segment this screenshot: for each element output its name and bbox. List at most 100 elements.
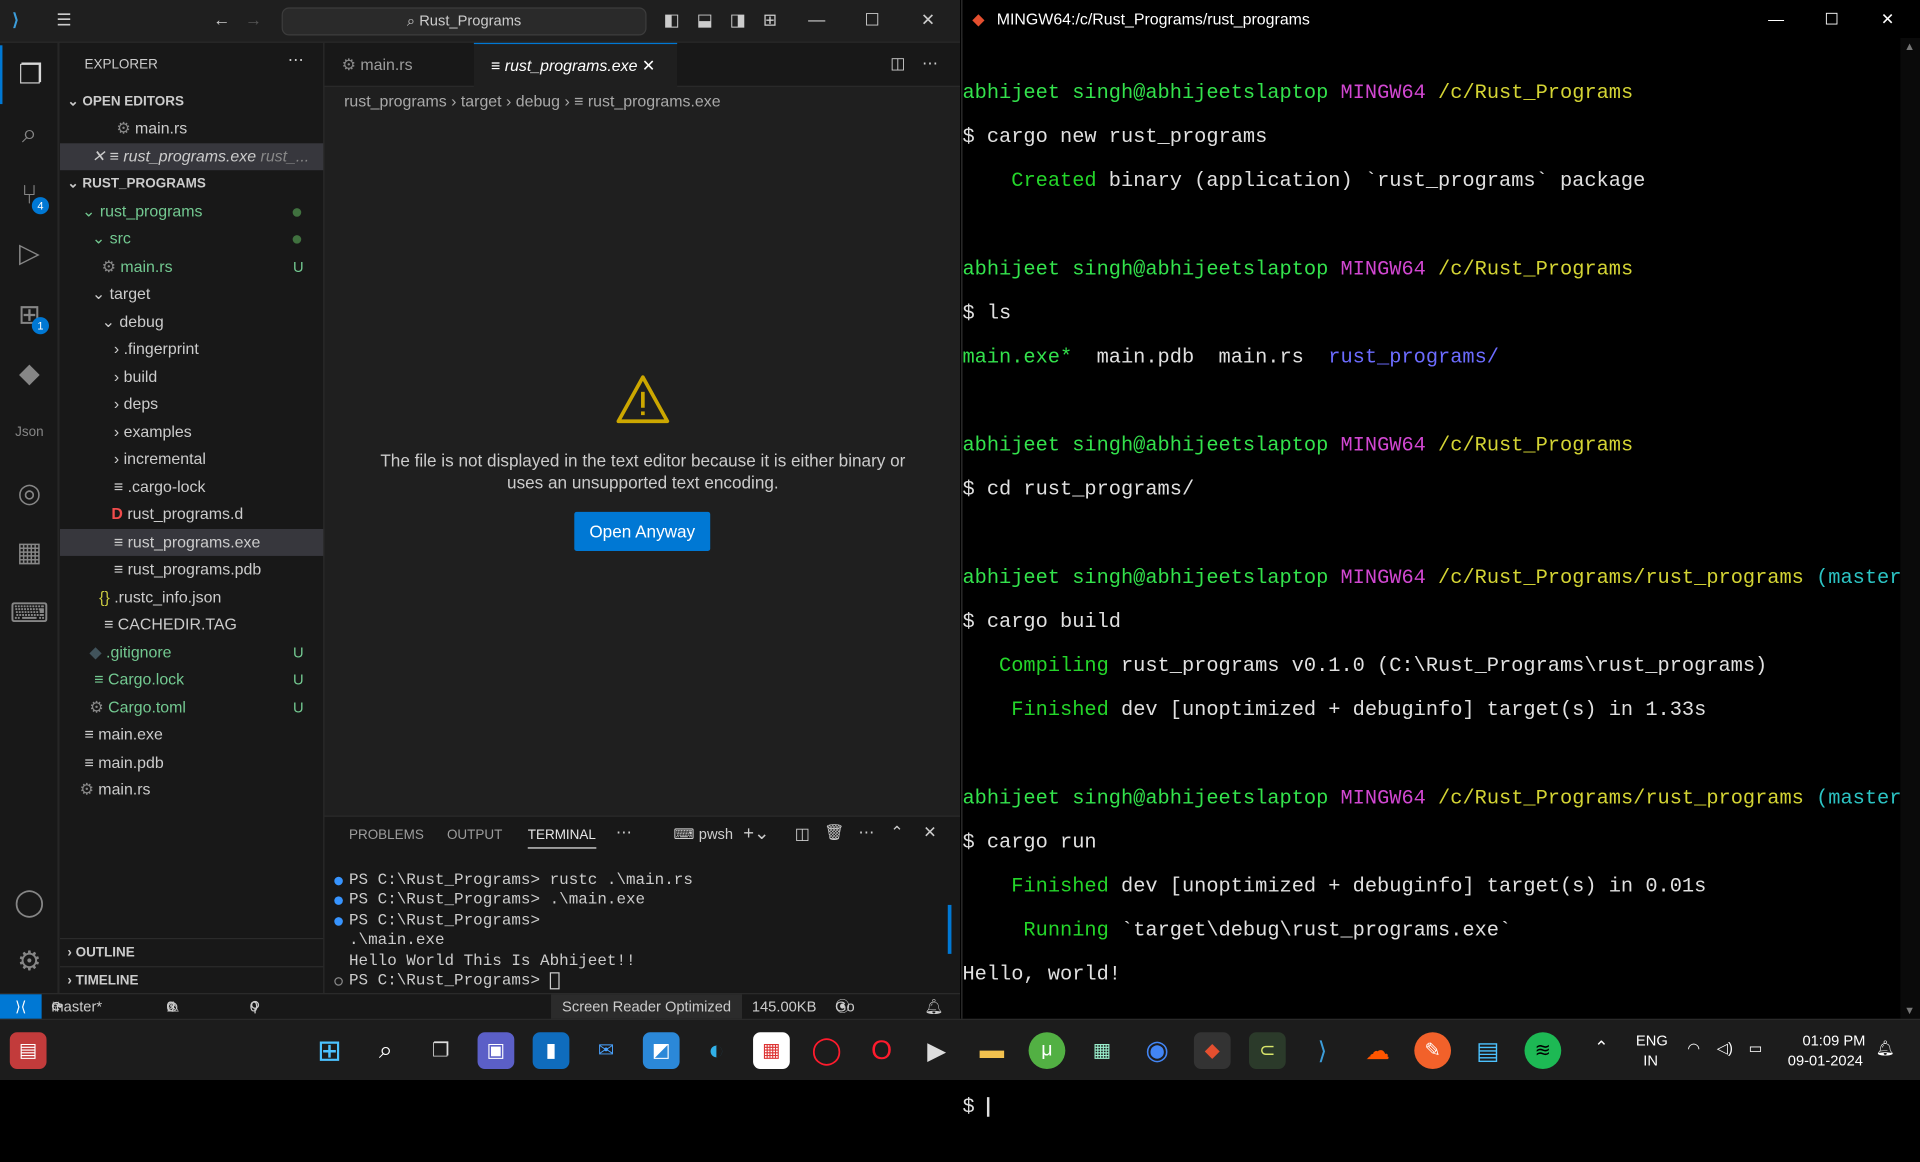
mingw-maximize-icon[interactable]: ☐: [1825, 0, 1839, 38]
utorrent-icon[interactable]: μ: [1028, 1032, 1066, 1069]
tab-terminal[interactable]: TERMINAL: [527, 828, 596, 849]
remote-icon[interactable]: ⟩⟨: [0, 994, 42, 1021]
breadcrumb-item[interactable]: rust_programs.exe: [588, 92, 721, 110]
notepad-icon[interactable]: ▤: [1469, 1032, 1506, 1069]
store-icon[interactable]: ▮: [532, 1032, 570, 1069]
widgets-icon[interactable]: ▤: [9, 1032, 47, 1069]
json-icon[interactable]: Json: [0, 403, 59, 462]
git-bash-icon[interactable]: ◆: [1193, 1032, 1231, 1069]
breadcrumb-item[interactable]: rust_programs: [344, 92, 447, 110]
open-anyway-button[interactable]: Open Anyway: [574, 511, 711, 552]
terminal-scrollbar[interactable]: [947, 904, 952, 954]
spotify-icon[interactable]: ≋: [1524, 1032, 1562, 1069]
tree-main-rs[interactable]: ⚙ main.rs U: [60, 253, 323, 280]
screen-reader-status[interactable]: Screen Reader Optimized: [551, 994, 743, 1021]
calculator-icon[interactable]: ▦: [1084, 1032, 1121, 1069]
tree-cargo-lock[interactable]: ≡ Cargo.lock U: [60, 666, 323, 693]
scroll-up-icon[interactable]: ▲: [1904, 40, 1915, 52]
tree-rust-programs[interactable]: ⌄ rust_programs: [60, 198, 323, 225]
file-explorer-icon[interactable]: ▬: [973, 1032, 1010, 1069]
source-control-icon[interactable]: ⑂ 4: [0, 165, 59, 224]
toggle-sidebar-icon[interactable]: ◧: [664, 10, 680, 31]
breadcrumb-item[interactable]: target: [461, 92, 502, 110]
tree-cachedir[interactable]: ≡ CACHEDIR.TAG: [60, 611, 323, 638]
teams-icon[interactable]: ▣: [477, 1032, 515, 1069]
media-player-icon[interactable]: ▶: [918, 1032, 955, 1069]
kill-terminal-icon[interactable]: 🗑: [824, 823, 844, 843]
back-icon[interactable]: ←: [213, 10, 230, 30]
terminal-shell-selector[interactable]: ⌨ pwsh: [673, 825, 733, 842]
close-panel-icon[interactable]: ✕: [923, 823, 936, 843]
project-header[interactable]: ⌄ RUST_PROGRAMS: [60, 170, 323, 197]
tree-rust-programs-pdb[interactable]: ≡ rust_programs.pdb: [60, 556, 323, 583]
open-editor-exe[interactable]: ✕ ≡ rust_programs.exe rust_...: [60, 143, 324, 171]
notifications-bell-icon[interactable]: 🔔︎: [924, 994, 943, 1020]
remote-explorer-icon[interactable]: ◎: [0, 464, 59, 523]
start-icon[interactable]: ⊞: [311, 1032, 348, 1069]
search-view-icon[interactable]: ⌕: [0, 104, 59, 163]
clock-time[interactable]: 01:09 PM: [1802, 1032, 1865, 1049]
tree-rust-programs-exe[interactable]: ≡ rust_programs.exe: [60, 528, 324, 556]
tree-fingerprint[interactable]: › .fingerprint: [60, 336, 323, 363]
volume-icon[interactable]: ◁): [1717, 1040, 1733, 1057]
explorer-icon[interactable]: ❐: [0, 45, 59, 105]
menu-icon[interactable]: ☰: [56, 10, 71, 31]
office-icon[interactable]: ▦: [753, 1032, 790, 1069]
layout-icon[interactable]: ⊞: [763, 10, 777, 31]
split-editor-icon[interactable]: ◫: [890, 54, 905, 74]
settings-gear-icon[interactable]: ⚙: [0, 932, 59, 991]
task-view-icon[interactable]: ❐: [422, 1032, 459, 1069]
tree-gitignore[interactable]: ◆ .gitignore U: [60, 639, 323, 666]
tree-main-rs-root[interactable]: ⚙ main.rs: [60, 776, 323, 803]
terminal-view-icon[interactable]: ⌨: [0, 584, 59, 643]
integrated-terminal[interactable]: PS C:\Rust_Programs> rustc .\main.rs PS …: [332, 871, 693, 992]
notification-icon[interactable]: 🔔︎: [1876, 1040, 1895, 1057]
tree-examples[interactable]: › examples: [60, 419, 323, 446]
wifi-icon[interactable]: ◠: [1687, 1040, 1700, 1057]
run-debug-icon[interactable]: ▷: [0, 224, 59, 283]
close-icon[interactable]: ✕: [921, 10, 935, 31]
tree-main-exe[interactable]: ≡ main.exe: [60, 721, 323, 748]
tree-main-pdb[interactable]: ≡ main.pdb: [60, 749, 323, 776]
mail-icon[interactable]: ✉: [588, 1032, 625, 1069]
tree-rust-programs-d[interactable]: D rust_programs.d: [60, 501, 323, 528]
extensions-icon[interactable]: ⊞ 1: [0, 285, 59, 344]
tree-deps[interactable]: › deps: [60, 391, 323, 418]
tray-chevron-icon[interactable]: ⌃: [1594, 1037, 1608, 1058]
clock-date[interactable]: 09-01-2024: [1788, 1052, 1863, 1069]
bash-terminal[interactable]: abhijeet singh@abhijeetslaptop MINGW64 /…: [962, 60, 1901, 1162]
terminal-more-icon[interactable]: ⋯: [858, 823, 874, 843]
python-icon[interactable]: ◆: [0, 344, 59, 403]
scroll-down-icon[interactable]: ▼: [1904, 1004, 1915, 1016]
opera-icon[interactable]: O: [863, 1032, 900, 1069]
tree-rustc-info[interactable]: {} .rustc_info.json: [60, 584, 323, 611]
vscode-taskbar-icon[interactable]: ⟩: [1304, 1032, 1341, 1069]
tab-main-rs[interactable]: ⚙ main.rs: [324, 43, 473, 87]
open-editor-main-rs[interactable]: ⚙ main.rs: [60, 115, 323, 142]
breadcrumb-item[interactable]: debug: [516, 92, 560, 110]
tree-debug[interactable]: ⌄ debug: [60, 309, 323, 336]
split-terminal-icon[interactable]: ◫: [795, 824, 810, 844]
tab-output[interactable]: OUTPUT: [447, 828, 502, 843]
tab-rust-programs-exe[interactable]: ≡ rust_programs.exe ✕: [473, 42, 678, 87]
battery-icon[interactable]: ▭: [1749, 1040, 1763, 1057]
outline-header[interactable]: › OUTLINE: [60, 937, 324, 965]
account-icon[interactable]: ◯: [0, 873, 59, 932]
more-editor-actions-icon[interactable]: ⋯: [922, 54, 938, 74]
edge-icon[interactable]: ◐: [698, 1032, 735, 1069]
minimize-icon[interactable]: —: [808, 10, 825, 30]
mingw-minimize-icon[interactable]: —: [1768, 0, 1784, 38]
more-actions-icon[interactable]: ⋯: [288, 50, 304, 70]
forward-icon[interactable]: →: [245, 10, 262, 30]
close-tab-icon[interactable]: ✕: [642, 56, 655, 74]
search-taskbar-icon[interactable]: ⌕: [367, 1032, 404, 1069]
docker-icon[interactable]: ▦: [0, 523, 59, 582]
mingw-scrollbar[interactable]: ▲ ▼: [1900, 37, 1920, 1019]
region-indicator[interactable]: IN: [1643, 1052, 1658, 1069]
mingw-close-icon[interactable]: ✕: [1881, 0, 1894, 38]
timeline-header[interactable]: › TIMELINE: [60, 966, 324, 993]
tree-cargo-lock-dot[interactable]: ≡ .cargo-lock: [60, 474, 323, 501]
opera-gx-icon[interactable]: ◯: [808, 1032, 845, 1069]
chrome-icon[interactable]: ◉: [1139, 1032, 1176, 1069]
pycharm-icon[interactable]: ⊂: [1248, 1032, 1286, 1069]
